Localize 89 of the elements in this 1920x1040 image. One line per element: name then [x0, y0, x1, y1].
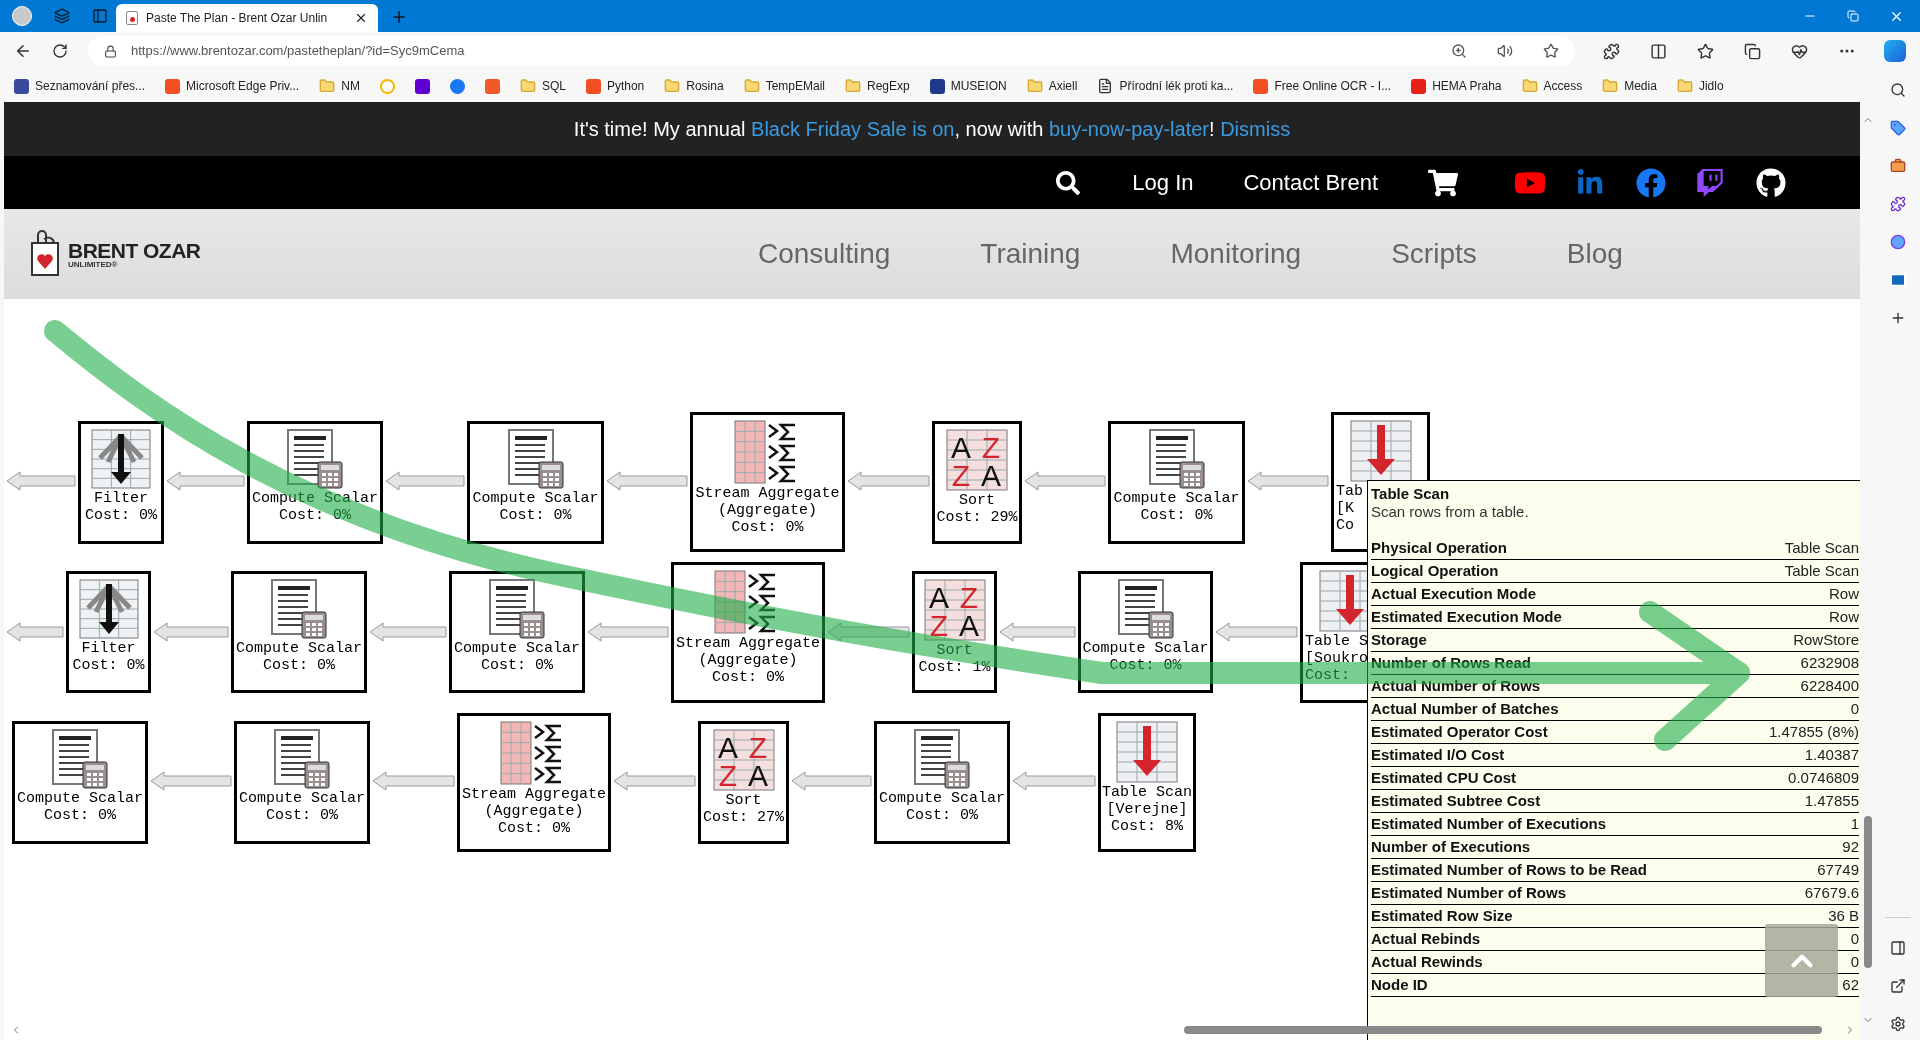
- property-name: Node ID: [1371, 974, 1428, 995]
- property-value: 1: [1850, 813, 1859, 834]
- node-label: [Verejne]: [1106, 801, 1188, 818]
- property-value: 92: [1842, 836, 1859, 857]
- node-label: Cost: 1%: [918, 659, 991, 676]
- property-value: 0: [1850, 928, 1859, 949]
- node-label: Compute Scalar: [879, 790, 1005, 807]
- node-label: Sort: [959, 492, 995, 509]
- property-value: 0: [1850, 951, 1859, 972]
- node-label: Co: [1336, 517, 1354, 534]
- promo-text: It's time! My annual Black Friday Sale is on, now with buy-now-pay-later! Dismiss: [573, 117, 1291, 142]
- node-label: Cost: 0%: [1109, 657, 1182, 674]
- property-value: 1.47855: [1804, 790, 1859, 811]
- node-label: Cost: 0%: [499, 507, 572, 524]
- property-value: 6232908: [1800, 652, 1859, 673]
- node-label: Cost: 0%: [1140, 507, 1213, 524]
- property-name: Estimated Row Size: [1371, 905, 1513, 926]
- node-label: [K: [1336, 500, 1354, 517]
- logo-tagline: UNLIMITED®: [68, 260, 119, 269]
- property-value: 67679.6: [1804, 882, 1859, 903]
- node-label: Cost: 0%: [279, 507, 351, 524]
- node-label: Compute Scalar: [1082, 640, 1209, 657]
- node-label: Filter: [81, 640, 136, 657]
- url-text: https://www.brentozar.com/pastetheplan/?id=Syc9mCema: [131, 42, 466, 61]
- node-label: Cost: 0%: [72, 657, 145, 674]
- property-value: Table Scan: [1784, 537, 1859, 558]
- sort-icon: A Z Z A: [945, 428, 1009, 492]
- node-label: Sort: [725, 792, 762, 809]
- property-name: Estimated Subtree Cost: [1371, 790, 1541, 811]
- property-value: RowStore: [1793, 629, 1859, 650]
- tab-title: Paste The Plan - Brent Ozar Unlin: [146, 10, 329, 27]
- node-label: (Aggregate): [698, 652, 798, 669]
- node-label: (Aggregate): [484, 803, 584, 820]
- node-label: Table S: [1305, 633, 1368, 650]
- property-value: 6228400: [1800, 675, 1859, 696]
- node-label: Cost: 27%: [703, 809, 784, 826]
- node-label: Compute Scalar: [252, 490, 378, 507]
- node-label: Compute Scalar: [239, 790, 365, 807]
- node-label: Table Scan: [1102, 784, 1192, 801]
- property-name: Estimated CPU Cost: [1371, 767, 1517, 788]
- property-name: Estimated Number of Executions: [1371, 813, 1607, 834]
- property-value: 36 B: [1828, 905, 1859, 926]
- node-label: Cost: 0%: [481, 657, 553, 674]
- node-label: Cost: 0%: [906, 807, 978, 824]
- node-label: Stream Aggregate: [676, 635, 820, 652]
- tooltip-title: Table Scan: [1371, 485, 1451, 503]
- node-label: Cost: 8%: [1111, 818, 1183, 835]
- node-label: Compute Scalar: [472, 490, 599, 507]
- property-name: Actual Rebinds: [1371, 928, 1481, 949]
- property-name: Number of Executions: [1371, 836, 1531, 857]
- node-label: Compute Scalar: [236, 640, 362, 657]
- property-value: Row: [1829, 583, 1859, 604]
- property-value: 1.47855 (8%): [1768, 721, 1859, 742]
- node-label: Cost: 0%: [498, 820, 570, 837]
- tooltip-description: Scan rows from a table.: [1371, 503, 1530, 521]
- property-value: 67749: [1817, 859, 1859, 880]
- node-label: Filter: [94, 490, 148, 507]
- node-label: Stream Aggregate: [695, 485, 840, 502]
- node-label: Stream Aggregate: [462, 786, 606, 803]
- property-name: Estimated Operator Cost: [1371, 721, 1548, 742]
- node-label: Cost: 0%: [44, 807, 116, 824]
- property-value: Table Scan: [1784, 560, 1859, 581]
- property-value: 62: [1842, 974, 1859, 995]
- node-label: (Aggregate): [718, 502, 817, 519]
- node-label: Tab: [1336, 483, 1363, 500]
- sort-icon: A Z Z A: [711, 728, 776, 792]
- property-value: Row: [1829, 606, 1859, 627]
- node-label: Cost: 0%: [85, 507, 157, 524]
- property-name: Estimated I/O Cost: [1371, 744, 1505, 765]
- property-value: 0.0746809: [1788, 767, 1859, 788]
- node-label: Compute Scalar: [1113, 490, 1240, 507]
- node-label: Cost: 0%: [266, 807, 338, 824]
- node-label: Compute Scalar: [454, 640, 580, 657]
- node-label: Cost:: [1305, 667, 1350, 684]
- node-label: Cost: 0%: [731, 519, 804, 536]
- sort-icon: A Z Z A: [922, 578, 987, 642]
- property-value: 0: [1850, 698, 1859, 719]
- node-label: Sort: [936, 642, 973, 659]
- property-value: 1.40387: [1804, 744, 1859, 765]
- property-name: Estimated Number of Rows: [1371, 882, 1567, 903]
- node-label: Cost: 29%: [936, 509, 1018, 526]
- node-label: Compute Scalar: [17, 790, 143, 807]
- node-label: Cost: 0%: [712, 669, 784, 686]
- property-name: Physical Operation: [1371, 537, 1507, 558]
- node-label: Cost: 0%: [263, 657, 335, 674]
- property-name: Estimated Number of Rows to be Read: [1371, 859, 1647, 880]
- logo-name: BRENT OZAR: [68, 239, 201, 261]
- node-label: [Soukro: [1305, 650, 1368, 667]
- property-name: Actual Rewinds: [1371, 951, 1483, 972]
